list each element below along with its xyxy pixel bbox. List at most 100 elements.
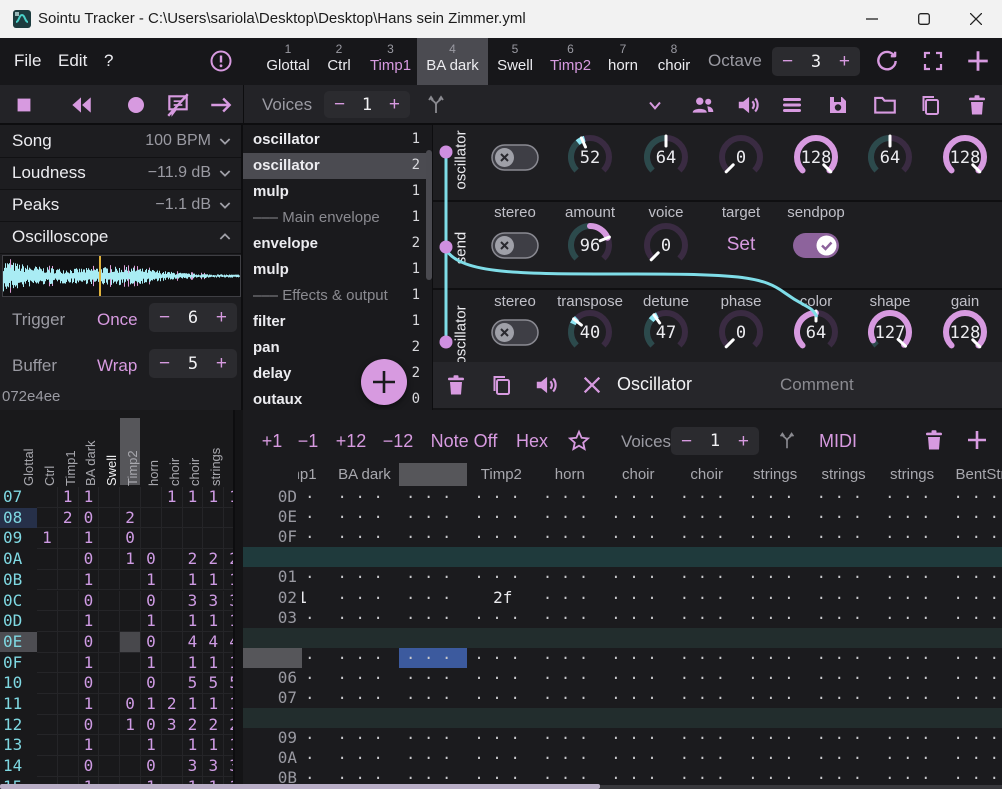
knob-color[interactable]: 64 [790,306,842,358]
track-header-ba-dark[interactable]: BA dark [338,466,391,483]
note-cell[interactable]: ··· [741,527,809,547]
note-cell[interactable]: ··· [536,748,604,768]
order-cell[interactable] [120,735,141,756]
order-cell[interactable]: 3 [183,756,204,777]
note-cell[interactable]: ··· [673,608,741,628]
order-cell[interactable]: 5 [203,673,224,694]
order-row-number[interactable]: 0A [0,549,37,569]
note-cell[interactable]: ··· [741,728,809,748]
order-row-number[interactable]: 0F [0,653,37,673]
order-cell[interactable]: 4 [224,632,235,653]
order-row-number[interactable]: 11 [0,694,37,714]
note-cell[interactable]: ··· [947,608,1002,628]
order-cell[interactable]: 2 [224,715,235,736]
close-button[interactable] [950,0,1002,38]
note-cell[interactable]: ··· [330,648,398,668]
knob-param6[interactable]: 128 [939,131,991,183]
trash-icon[interactable] [965,93,989,117]
note-cell[interactable]: ··· [878,748,946,768]
order-cell[interactable] [58,756,79,777]
note-cell[interactable]: ··· [741,668,809,688]
knob-amount[interactable]: 96 [564,219,616,271]
note-cell[interactable]: ··· [947,668,1002,688]
order-row-number[interactable]: 13 [0,735,37,755]
order-cell[interactable]: 1 [224,735,235,756]
note-cell[interactable]: ··· [536,728,604,748]
note-cell[interactable]: ··· [810,648,878,668]
track-header-strings[interactable]: strings [822,466,866,483]
order-col-header-horn[interactable]: horn [146,416,165,486]
note-cell[interactable]: ··· [673,567,741,587]
note-cell[interactable]: ··· [536,668,604,688]
note-cell[interactable]: ··· [810,507,878,527]
note-cell[interactable]: ··· [399,688,467,708]
order-row-number[interactable]: 0B [0,570,37,590]
note-cell[interactable]: ··· [467,648,535,668]
order-cell[interactable]: 4 [203,632,224,653]
note-cell[interactable]: ··· [330,527,398,547]
add-instrument-icon[interactable] [965,48,991,74]
unit-name-field[interactable]: Oscillator [617,374,692,395]
order-cell[interactable] [162,591,183,612]
order-cell[interactable] [162,756,183,777]
order-cell[interactable] [120,653,141,674]
speaker-icon[interactable] [533,372,559,398]
tab-instrument-ctrl[interactable]: 2Ctrl [314,38,364,85]
order-cell[interactable]: 3 [224,756,235,777]
order-cell[interactable] [203,508,224,529]
note-cell[interactable]: ··· [302,487,330,507]
note-row-number[interactable]: 09 [243,728,297,748]
unit-list-item[interactable]: mulp1 [243,179,432,205]
target-set-button[interactable]: Set [727,234,756,256]
chevron-down-icon[interactable] [645,95,665,115]
order-cell[interactable]: 2 [183,549,204,570]
panel-row-oscilloscope[interactable]: Oscilloscope [0,221,241,254]
order-cell[interactable]: 0 [79,632,100,653]
note-cell[interactable]: ··· [673,507,741,527]
note-cell[interactable]: ··· [878,507,946,527]
note-cell[interactable]: ··· [604,748,672,768]
order-cell[interactable] [58,694,79,715]
repeat-icon[interactable] [874,48,900,74]
order-row-number[interactable]: 09 [0,528,37,548]
order-cell[interactable] [37,508,58,529]
order-cell[interactable]: 1 [79,570,100,591]
order-cell[interactable] [162,735,183,756]
note-cell[interactable]: ··· [604,608,672,628]
order-cell[interactable] [162,653,183,674]
save-icon[interactable] [826,93,850,117]
note-cell[interactable]: ··· [536,688,604,708]
order-cell[interactable]: 1 [203,735,224,756]
track-header-choir[interactable]: choir [690,466,723,483]
unit-list-item[interactable]: oscillator1 [243,127,432,153]
note-row-number[interactable]: 06 [243,668,297,688]
tab-instrument-timp2[interactable]: 6Timp2 [542,38,599,85]
order-cell[interactable]: 1 [203,694,224,715]
note-cell[interactable]: ··· [947,588,1002,608]
note-cell[interactable]: ··· [302,668,330,688]
track-header-timp1[interactable]: Timp1 [298,466,317,483]
order-cell[interactable] [37,694,58,715]
buffer-increment[interactable]: + [216,354,227,373]
order-cell[interactable]: 1 [183,653,204,674]
order-cell[interactable]: 0 [79,673,100,694]
order-cell[interactable] [203,528,224,549]
order-cell[interactable] [99,715,120,736]
note-cell[interactable]: ··· [604,688,672,708]
note-cell[interactable]: ··· [302,648,330,668]
note-cell[interactable]: ··· [673,668,741,688]
order-cell[interactable]: 1 [183,694,204,715]
unit-list-item[interactable]: oscillator2 [243,153,432,179]
menu-icon[interactable] [780,93,804,117]
chevron-down-icon[interactable] [217,133,233,149]
note-cell[interactable]: ··· [741,507,809,527]
order-cell[interactable] [162,549,183,570]
copy-icon[interactable] [489,373,513,397]
alert-icon[interactable] [209,49,233,73]
note-cell[interactable]: ··· [947,728,1002,748]
order-cell[interactable]: 0 [141,549,162,570]
panel-row-peaks[interactable]: Peaks−1.1 dB [0,189,241,222]
order-row-number[interactable]: 14 [0,756,37,776]
folder-icon[interactable] [872,92,898,118]
order-cell[interactable]: 3 [183,591,204,612]
